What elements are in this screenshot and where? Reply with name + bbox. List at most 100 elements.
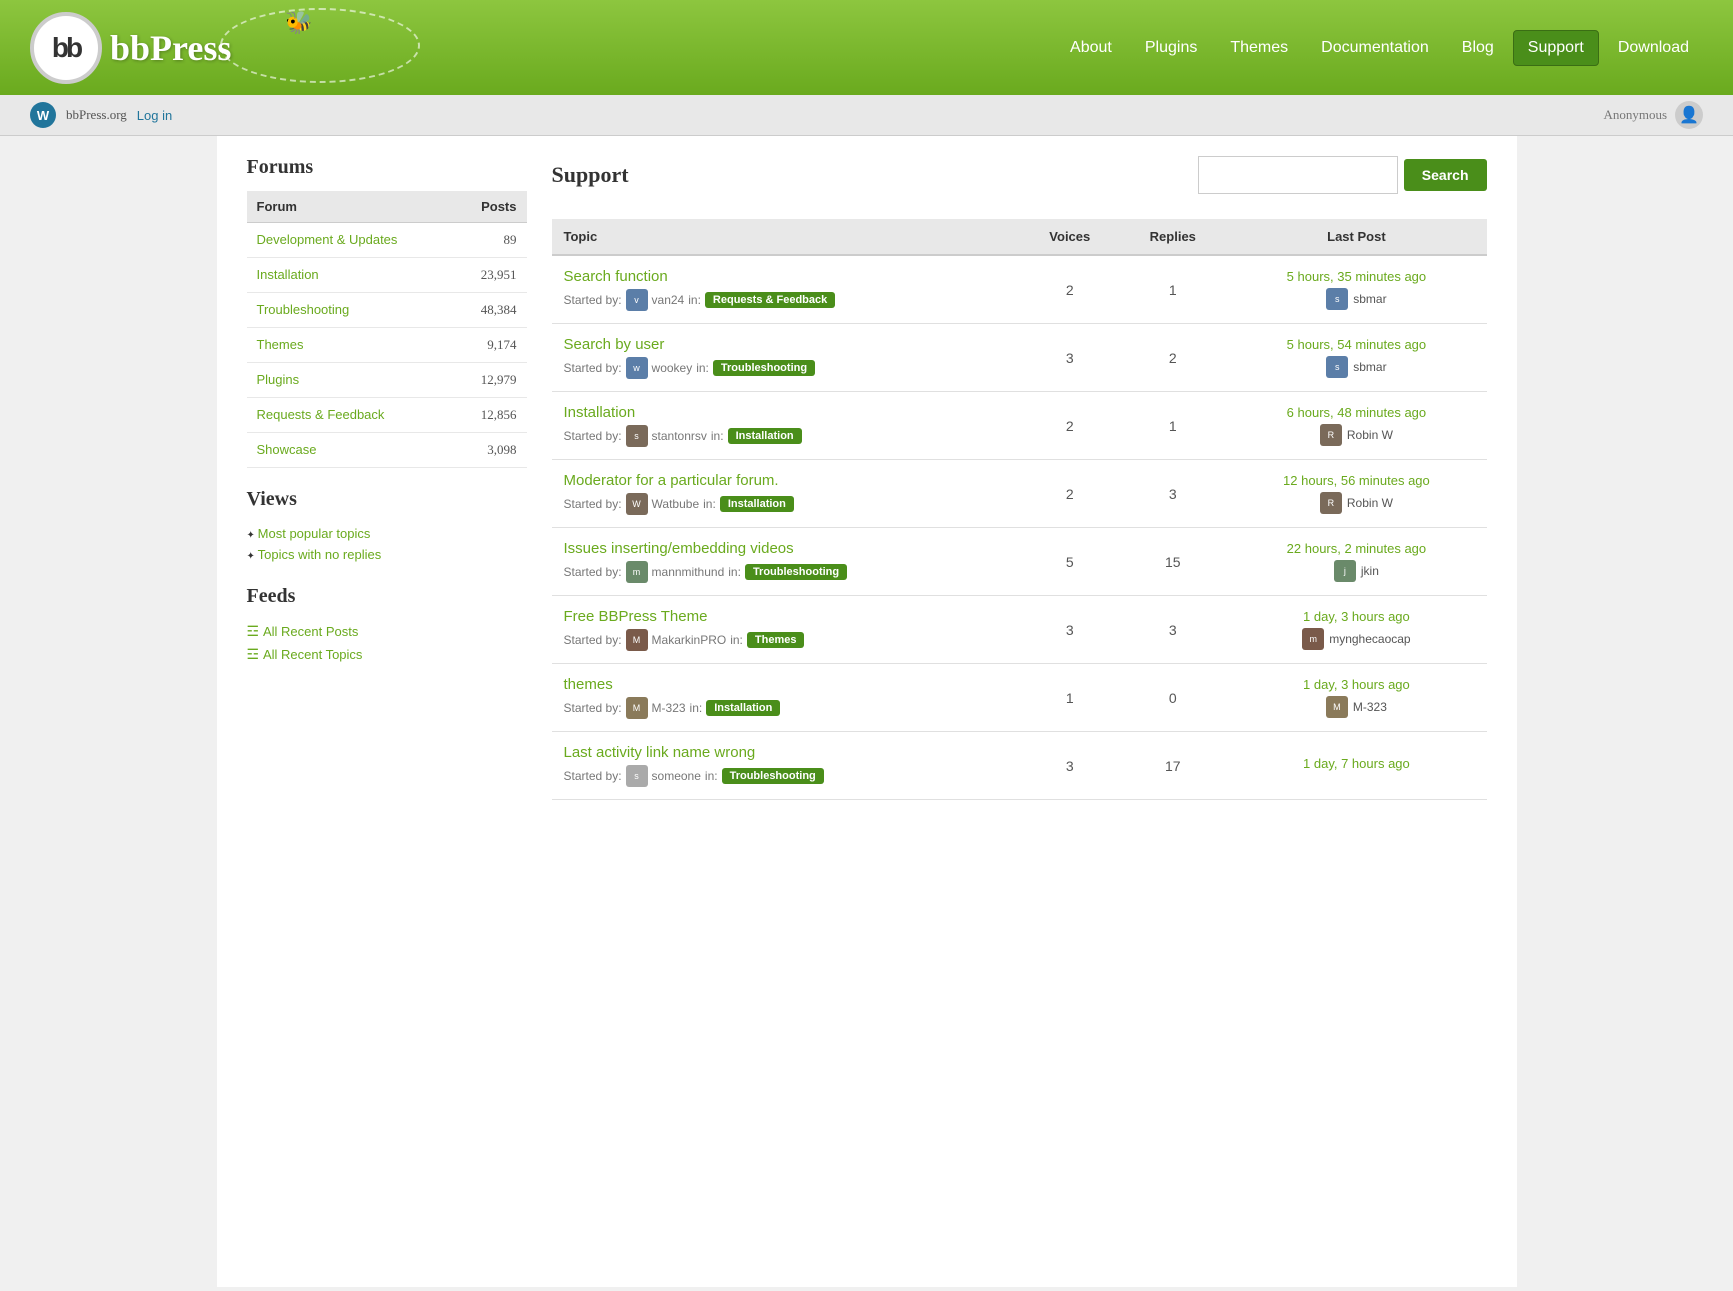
table-row: Requests & Feedback 12,856	[247, 398, 527, 433]
starter-avatar: v	[626, 289, 648, 311]
replies-col-header: Replies	[1119, 219, 1226, 255]
in-label: in:	[688, 293, 701, 307]
table-row: Themes 9,174	[247, 328, 527, 363]
nav-blog[interactable]: Blog	[1448, 31, 1508, 65]
topic-meta: Started by: s stantonrsv in: Installatio…	[564, 425, 1009, 447]
nav-plugins[interactable]: Plugins	[1131, 31, 1211, 65]
topic-lastpost: 6 hours, 48 minutes ago R Robin W	[1226, 392, 1486, 460]
forum-link-showcase[interactable]: Showcase	[257, 442, 317, 457]
lastpost-username: sbmar	[1353, 292, 1386, 306]
nav-themes[interactable]: Themes	[1216, 31, 1302, 65]
lastpost-username: sbmar	[1353, 360, 1386, 374]
in-label: in:	[690, 701, 703, 715]
search-button[interactable]: Search	[1404, 159, 1487, 191]
feeds-list: All Recent Posts All Recent Topics	[247, 620, 527, 666]
forums-table: Forum Posts Development & Updates 89 Ins…	[247, 191, 527, 468]
topic-link[interactable]: Installation	[564, 404, 1009, 421]
topic-voices: 3	[1020, 596, 1119, 664]
topic-tag[interactable]: Themes	[747, 632, 805, 648]
topbar-right: Anonymous 👤	[1603, 101, 1703, 129]
topic-link[interactable]: Search by user	[564, 336, 1009, 353]
forum-link-themes[interactable]: Themes	[257, 337, 304, 352]
table-row: Free BBPress Theme Started by: M Makarki…	[552, 596, 1487, 664]
topic-replies: 2	[1119, 324, 1226, 392]
topic-link[interactable]: Last activity link name wrong	[564, 744, 1009, 761]
topic-lastpost: 1 day, 3 hours ago m mynghecaocap	[1226, 596, 1486, 664]
table-row: Search function Started by: v van24 in: …	[552, 255, 1487, 324]
forum-posts-troubleshooting: 48,384	[454, 293, 526, 328]
lastpost-username: Robin W	[1347, 428, 1393, 442]
topic-link[interactable]: Free BBPress Theme	[564, 608, 1009, 625]
forum-link-installation[interactable]: Installation	[257, 267, 319, 282]
nav-about[interactable]: About	[1056, 31, 1126, 65]
main-nav: About Plugins Themes Documentation Blog …	[1056, 30, 1703, 66]
forum-link-dev[interactable]: Development & Updates	[257, 232, 398, 247]
views-section-title: Views	[247, 488, 527, 511]
topic-link[interactable]: themes	[564, 676, 1009, 693]
nav-documentation[interactable]: Documentation	[1307, 31, 1443, 65]
topic-meta: Started by: W Watbube in: Installation	[564, 493, 1009, 515]
topic-tag[interactable]: Troubleshooting	[745, 564, 847, 580]
topic-cell: Last activity link name wrong Started by…	[552, 732, 1021, 800]
user-name: Anonymous	[1603, 107, 1667, 123]
topic-meta: Started by: v van24 in: Requests & Feedb…	[564, 289, 1009, 311]
topic-replies: 1	[1119, 255, 1226, 324]
topic-tag[interactable]: Troubleshooting	[713, 360, 815, 376]
topic-link[interactable]: Issues inserting/embedding videos	[564, 540, 1009, 557]
lastpost-avatar: R	[1320, 492, 1342, 514]
table-row: Installation Started by: s stantonrsv in…	[552, 392, 1487, 460]
table-row: Troubleshooting 48,384	[247, 293, 527, 328]
topic-link[interactable]: Moderator for a particular forum.	[564, 472, 1009, 489]
starter-name: van24	[652, 293, 685, 307]
forum-posts-showcase: 3,098	[454, 433, 526, 468]
nav-download[interactable]: Download	[1604, 31, 1703, 65]
starter-name: stantonrsv	[652, 429, 707, 443]
logo-area[interactable]: bb bbPress	[30, 12, 231, 84]
bee-icon: 🐝	[285, 10, 312, 36]
view-popular[interactable]: Most popular topics	[247, 523, 527, 544]
forum-link-requests[interactable]: Requests & Feedback	[257, 407, 385, 422]
feed-recent-posts[interactable]: All Recent Posts	[247, 620, 527, 643]
lastpost-time: 1 day, 3 hours ago	[1238, 677, 1474, 692]
starter-name: wookey	[652, 361, 693, 375]
logo-text: bbPress	[110, 27, 231, 69]
topbar-left: W bbPress.org Log in	[30, 102, 172, 128]
topic-cell: themes Started by: M M-323 in: Installat…	[552, 664, 1021, 732]
main-content: Support Search Topic Voices Replies Last…	[552, 156, 1487, 1267]
topic-link[interactable]: Search function	[564, 268, 1009, 285]
views-list: Most popular topics Topics with no repli…	[247, 523, 527, 565]
lastpost-user: R Robin W	[1238, 424, 1474, 446]
started-by-label: Started by:	[564, 769, 622, 783]
starter-name: mannmithund	[652, 565, 725, 579]
table-row: Development & Updates 89	[247, 223, 527, 258]
posts-col-header: Posts	[454, 191, 526, 223]
lastpost-time: 1 day, 7 hours ago	[1238, 756, 1474, 771]
nav-support[interactable]: Support	[1513, 30, 1599, 66]
forum-link-plugins[interactable]: Plugins	[257, 372, 300, 387]
avatar-icon: 👤	[1675, 101, 1703, 129]
topic-tag[interactable]: Installation	[706, 700, 780, 716]
topic-voices: 3	[1020, 324, 1119, 392]
table-row: Moderator for a particular forum. Starte…	[552, 460, 1487, 528]
started-by-label: Started by:	[564, 293, 622, 307]
topic-tag[interactable]: Installation	[720, 496, 794, 512]
starter-avatar: s	[626, 765, 648, 787]
started-by-label: Started by:	[564, 361, 622, 375]
lastpost-user: m mynghecaocap	[1238, 628, 1474, 650]
starter-name: M-323	[652, 701, 686, 715]
topic-cell: Search by user Started by: w wookey in: …	[552, 324, 1021, 392]
login-link[interactable]: Log in	[137, 108, 172, 123]
view-no-replies[interactable]: Topics with no replies	[247, 544, 527, 565]
topic-tag[interactable]: Troubleshooting	[722, 768, 824, 784]
starter-name: MakarkinPRO	[652, 633, 727, 647]
table-row: Search by user Started by: w wookey in: …	[552, 324, 1487, 392]
started-by-label: Started by:	[564, 633, 622, 647]
feed-recent-topics[interactable]: All Recent Topics	[247, 643, 527, 666]
lastpost-avatar: s	[1326, 288, 1348, 310]
search-input[interactable]	[1198, 156, 1398, 194]
lastpost-time: 12 hours, 56 minutes ago	[1238, 473, 1474, 488]
forum-link-troubleshooting[interactable]: Troubleshooting	[257, 302, 350, 317]
in-label: in:	[705, 769, 718, 783]
topic-tag[interactable]: Installation	[728, 428, 802, 444]
topic-tag[interactable]: Requests & Feedback	[705, 292, 835, 308]
